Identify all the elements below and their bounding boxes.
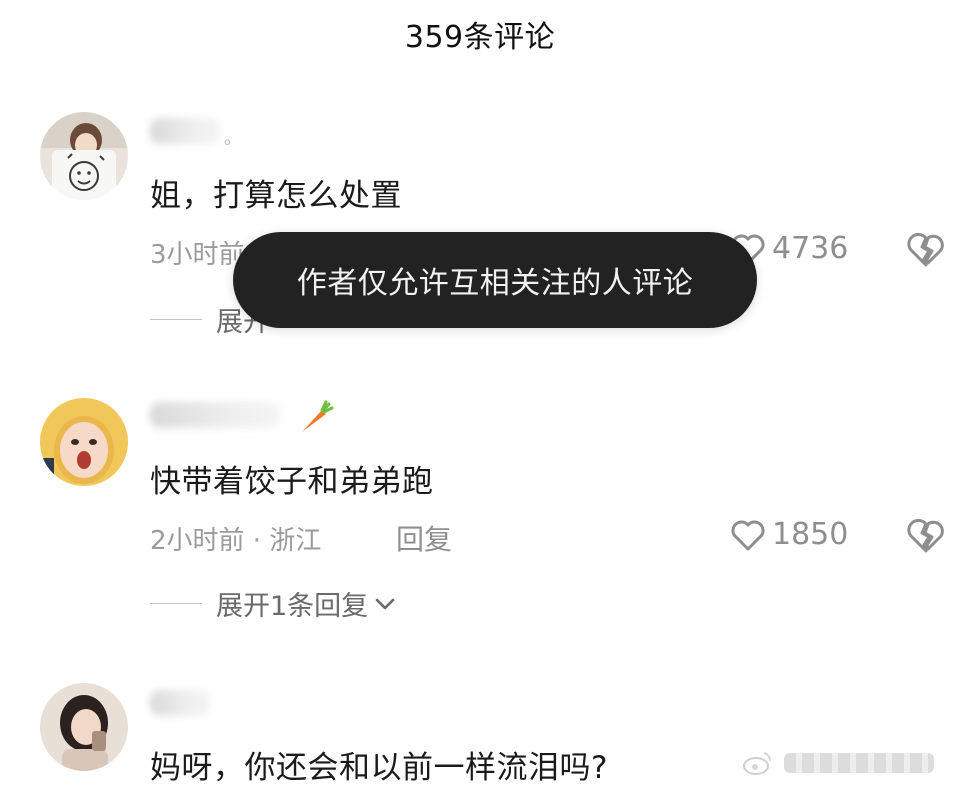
avatar[interactable] [40, 683, 128, 771]
toast-message: 作者仅允许互相关注的人评论 [296, 266, 694, 301]
watermark [742, 745, 934, 781]
watermark-text [784, 753, 934, 773]
comment-item: 妈呀，你还会和以前一样流泪吗? [0, 0, 960, 785]
username-blurred[interactable] [150, 690, 210, 716]
weibo-logo-icon [743, 752, 771, 775]
comment-text: 妈呀，你还会和以前一样流泪吗? [150, 750, 608, 785]
comments-panel: 359条评论 。 姐，打算怎么处置 3小时前 4736 展开 快带着饺子和弟弟跑… [0, 0, 960, 785]
toast-notification: 作者仅允许互相关注的人评论 [233, 232, 757, 328]
